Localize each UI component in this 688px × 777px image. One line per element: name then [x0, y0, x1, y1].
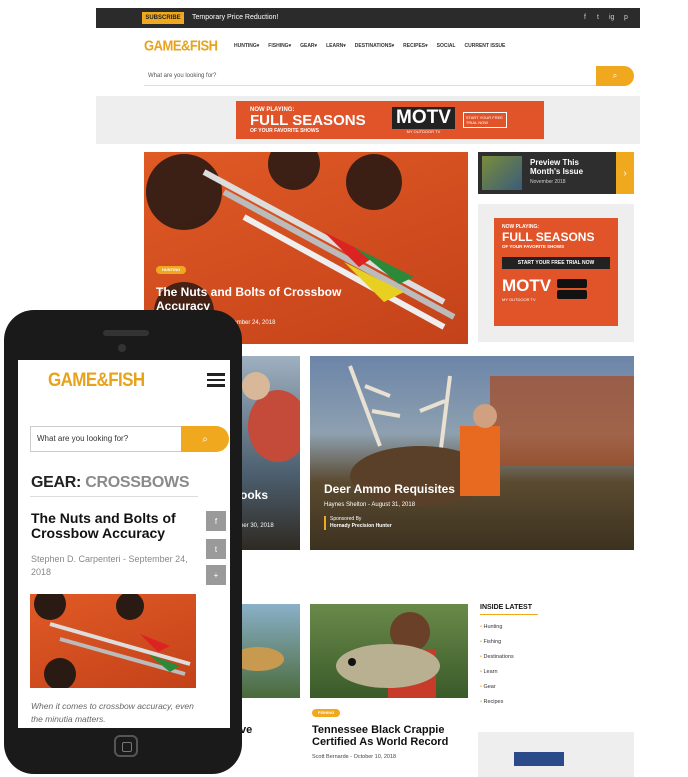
angler-photo	[242, 372, 300, 462]
ad-logo	[514, 752, 564, 766]
nav-fishing[interactable]: FISHING▾	[268, 43, 291, 49]
left-card-date: ber 30, 2018	[240, 523, 274, 529]
main-nav: HUNTING▾ FISHING▾ GEAR▾ LEARN▾ DESTINATI…	[234, 43, 505, 49]
side-ad-line2: FULL SEASONS	[502, 230, 595, 244]
inside-item-hunting[interactable]: Hunting	[480, 624, 634, 630]
mobile-category-heading: GEAR: CROSSBOWS	[31, 474, 190, 492]
motv-banner-ad[interactable]: NOW PLAYING: FULL SEASONS OF YOUR FAVORI…	[236, 101, 544, 139]
bottom-sidebar-ad[interactable]	[478, 732, 634, 777]
sidebar-motv-ad[interactable]: NOW PLAYING: FULL SEASONS OF YOUR FAVORI…	[494, 218, 618, 326]
preview-date: November 2018	[530, 179, 566, 185]
side-motv-sub: MY OUTDOOR TV	[502, 297, 536, 302]
fish-photo	[232, 647, 284, 671]
fish-card-image[interactable]	[232, 604, 300, 698]
app-store-badge[interactable]	[557, 278, 588, 288]
mobile-logo[interactable]: GAME&FISH	[48, 369, 145, 392]
phone-speaker	[103, 330, 149, 336]
side-motv-logo: MOTV	[502, 276, 552, 295]
mobile-article-title: The Nuts and Bolts of Crossbow Accuracy	[31, 510, 176, 541]
phone-home-button	[114, 735, 138, 757]
hamburger-menu-icon[interactable]	[207, 373, 225, 387]
category-prefix: GEAR:	[31, 474, 82, 491]
inside-item-recipes[interactable]: Recipes	[480, 699, 634, 705]
ad-line2: FULL SEASONS	[250, 111, 366, 129]
inside-item-destinations[interactable]: Destinations	[480, 654, 634, 660]
fishing-card-image[interactable]	[238, 356, 300, 550]
nav-current-issue[interactable]: CURRENT ISSUE	[465, 43, 506, 49]
search-input[interactable]: What are you looking for?	[144, 66, 596, 86]
nav-learn[interactable]: LEARN▾	[326, 43, 346, 49]
inside-latest: INSIDE LATEST Hunting Fishing Destinatio…	[480, 604, 634, 705]
facebook-icon[interactable]: f	[584, 12, 586, 24]
mobile-article-image[interactable]	[30, 594, 196, 688]
search-button[interactable]: ⌕	[596, 66, 634, 86]
preview-arrow-button[interactable]: ›	[616, 152, 634, 194]
share-more-icon[interactable]: +	[206, 565, 226, 585]
twitter-icon[interactable]: t	[597, 12, 599, 24]
ad-cta[interactable]: START YOUR FREE TRIAL NOW	[462, 112, 507, 128]
magazine-cover[interactable]	[482, 156, 522, 190]
hero-category-badge[interactable]: HUNTING	[156, 266, 187, 274]
crappie-card-image[interactable]	[310, 604, 468, 698]
mobile-arrows-illustration	[34, 594, 191, 688]
nav-recipes[interactable]: RECIPES▾	[403, 43, 427, 49]
side-ad-line3: OF YOUR FAVORITE SHOWS	[502, 244, 565, 249]
inside-item-fishing[interactable]: Fishing	[480, 639, 634, 645]
mobile-byline: Stephen D. Carpenteri - September 24, 20…	[31, 554, 188, 577]
divider	[30, 496, 198, 497]
inside-item-learn[interactable]: Learn	[480, 669, 634, 675]
deer-card-byline: Haynes Shelton - August 31, 2018	[324, 502, 416, 508]
search-icon: ⌕	[202, 433, 208, 445]
instagram-icon[interactable]: ig	[609, 12, 614, 24]
search-icon: ⌕	[612, 71, 618, 80]
crappie-category-badge[interactable]: FISHING	[312, 709, 341, 717]
phone-camera	[118, 344, 126, 352]
crappie-photo	[336, 612, 440, 698]
promo-link[interactable]: Temporary Price Reduction!	[192, 12, 278, 24]
sponsor-name[interactable]: Hornady Precision Hunter	[330, 523, 392, 530]
inside-item-gear[interactable]: Gear	[480, 684, 634, 690]
mobile-search-input[interactable]: What are you looking for?	[30, 426, 182, 452]
google-play-badge[interactable]	[557, 289, 588, 299]
deer-card-title[interactable]: Deer Ammo Requisites	[324, 482, 455, 496]
nav-gear[interactable]: GEAR▾	[300, 43, 317, 49]
left-card-title[interactable]: ooks	[240, 488, 268, 502]
share-twitter-icon[interactable]: t	[206, 539, 226, 559]
pinterest-icon[interactable]: p	[624, 12, 628, 24]
category-name[interactable]: CROSSBOWS	[85, 474, 189, 491]
chevron-right-icon: ›	[623, 167, 627, 179]
inside-latest-heading: INSIDE LATEST	[480, 604, 538, 615]
motv-logo: MOTV	[392, 106, 455, 129]
crappie-title[interactable]: Tennessee Black Crappie Certified As Wor…	[312, 724, 472, 748]
site-logo[interactable]: GAME&FISH	[144, 37, 218, 54]
sponsor-label: Sponsored By	[330, 516, 362, 522]
preview-title[interactable]: Preview This Month's Issue	[530, 158, 600, 176]
share-facebook-icon[interactable]: f	[206, 511, 226, 531]
side-ad-cta[interactable]: START YOUR FREE TRIAL NOW	[502, 257, 610, 269]
ad-line3: OF YOUR FAVORITE SHOWS	[250, 127, 319, 134]
hero-title[interactable]: The Nuts and Bolts of Crossbow Accuracy	[156, 285, 386, 313]
nav-hunting[interactable]: HUNTING▾	[234, 43, 259, 49]
motv-sub: MY OUTDOOR TV	[406, 128, 441, 134]
crappie-byline: Scott Bernarde - October 10, 2018	[312, 754, 397, 760]
mobile-search-button[interactable]: ⌕	[181, 426, 229, 452]
sponsor-block: Sponsored By Hornady Precision Hunter	[324, 516, 392, 530]
subscribe-button[interactable]: SUBSCRIBE	[142, 12, 184, 24]
nav-social[interactable]: SOCIAL	[437, 43, 456, 49]
nav-destinations[interactable]: DESTINATIONS▾	[355, 43, 394, 49]
mobile-article-lead: When it comes to crossbow accuracy, even…	[31, 701, 194, 724]
